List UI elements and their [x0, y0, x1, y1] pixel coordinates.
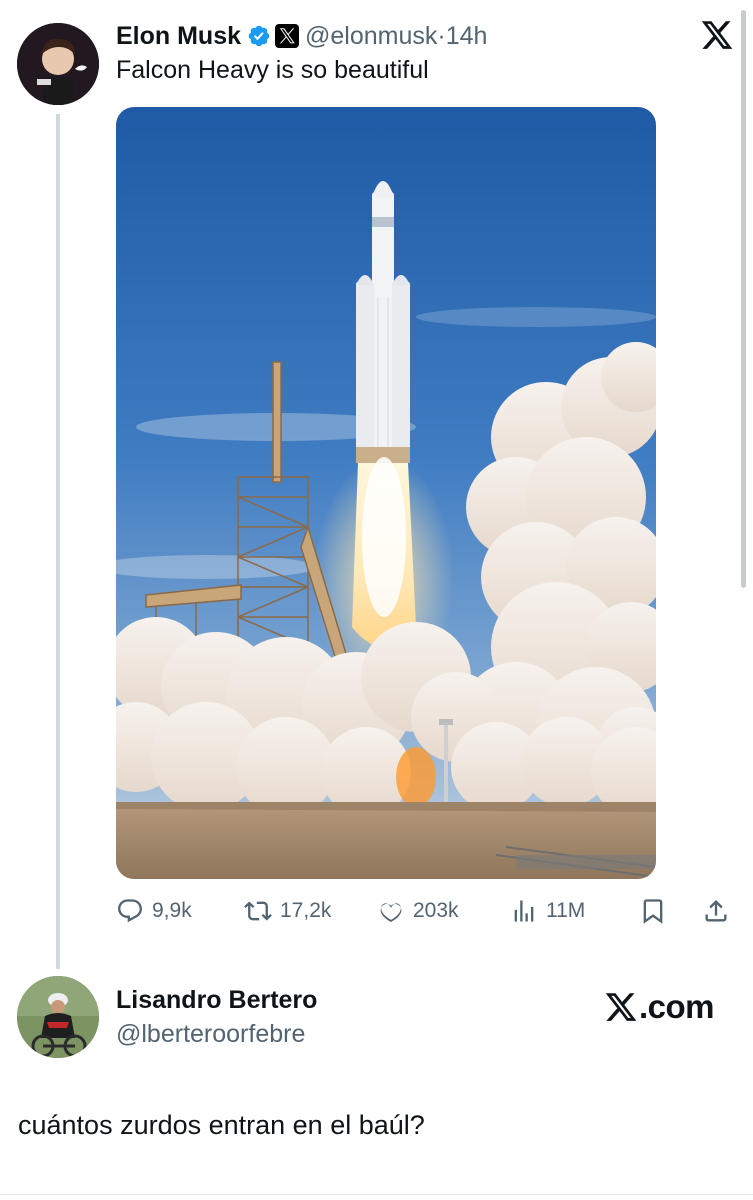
reply-count: 9,9k: [152, 899, 192, 922]
reply-author-avatar[interactable]: [17, 976, 99, 1058]
retweet-button[interactable]: 17,2k: [244, 894, 331, 928]
like-button[interactable]: 203k: [377, 894, 459, 928]
reply-text: cuántos zurdos entran en el baúl?: [18, 1110, 425, 1140]
views-chart-icon: [514, 900, 534, 922]
share-upload-icon: [705, 900, 727, 922]
share-button[interactable]: [702, 894, 730, 928]
divider: [0, 1194, 753, 1195]
watermark-text: .com: [639, 988, 715, 1025]
reply-author-name[interactable]: Lisandro Bertero: [116, 986, 317, 1015]
x-logo-icon[interactable]: [700, 18, 734, 52]
tweet-media-image[interactable]: [116, 107, 656, 879]
heart-icon: [380, 903, 402, 922]
x-affiliation-icon: [275, 24, 300, 48]
thread-connector-line: [56, 114, 60, 969]
tweet-time[interactable]: 14h: [446, 22, 488, 50]
separator-dot: ·: [437, 21, 446, 50]
bookmark-button[interactable]: [639, 894, 667, 928]
bookmark-icon: [643, 899, 663, 924]
scrollbar[interactable]: [741, 10, 746, 588]
like-count: 203k: [413, 899, 459, 922]
author-avatar[interactable]: [17, 23, 99, 105]
reply-button[interactable]: 9,9k: [116, 894, 192, 928]
reply-icon: [118, 899, 142, 923]
tweet-text: Falcon Heavy is so beautiful: [116, 56, 429, 84]
x-com-watermark: .com: [604, 987, 715, 1027]
author-handle[interactable]: @elonmusk: [305, 22, 437, 50]
author-name[interactable]: Elon Musk: [116, 22, 241, 51]
tweet-header: Elon Musk @elonmusk·14h: [116, 20, 487, 52]
reply-author-handle[interactable]: @lberteroorfebre: [116, 1020, 305, 1049]
retweet-icon: [244, 901, 272, 921]
views-count: 11M: [546, 899, 586, 922]
verified-badge-icon: [248, 25, 270, 47]
retweet-count: 17,2k: [280, 899, 332, 922]
author-handle-time: @elonmusk·14h: [305, 22, 487, 51]
x-logo-icon: [605, 993, 637, 1021]
views-button[interactable]: 11M: [510, 894, 585, 928]
